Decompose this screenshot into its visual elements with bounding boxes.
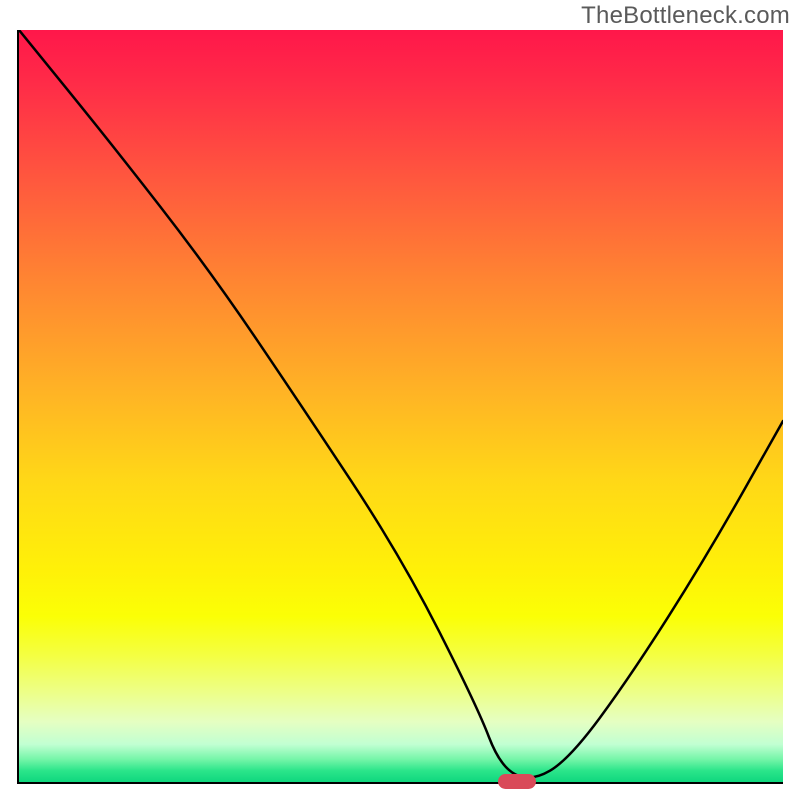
bottleneck-curve	[19, 30, 783, 782]
plot-area	[17, 30, 783, 784]
optimal-marker	[498, 774, 536, 789]
chart-frame: TheBottleneck.com	[0, 0, 800, 800]
watermark-text: TheBottleneck.com	[581, 2, 790, 30]
